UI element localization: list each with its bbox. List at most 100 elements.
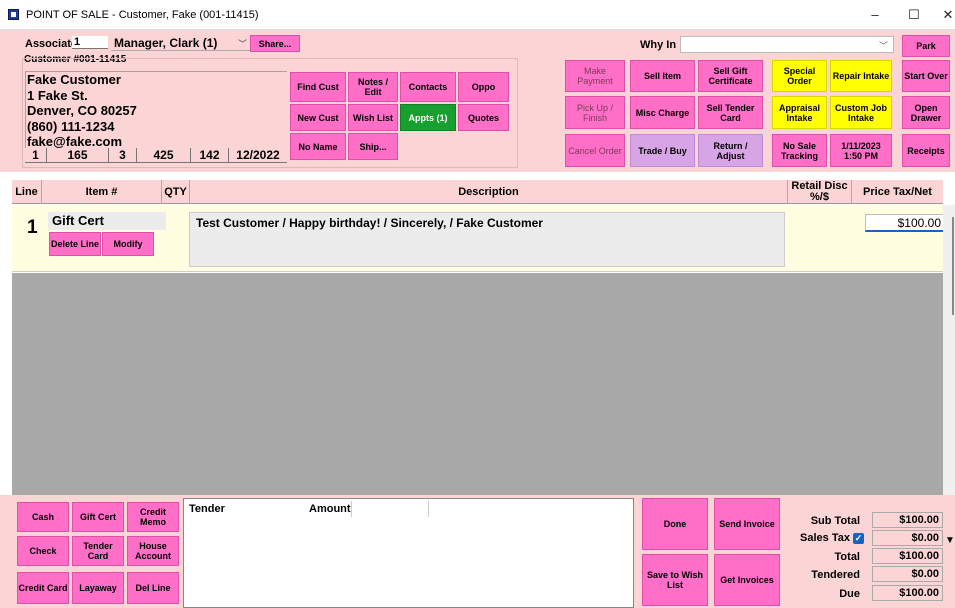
sales-tax-value: $0.00 (872, 530, 943, 546)
stat-value: 1 (25, 148, 47, 162)
tender-card-button[interactable]: Tender Card (72, 536, 124, 566)
ship-button[interactable]: Ship... (348, 133, 398, 160)
sales-tax-label: Sales Tax ✓ (780, 532, 864, 544)
customer-phone: (860) 111-1234 (27, 118, 115, 134)
sell-gift-certificate-button[interactable]: Sell Gift Certificate (698, 60, 763, 92)
empty-lines-area (12, 273, 943, 495)
open-drawer-button[interactable]: Open Drawer (902, 96, 950, 129)
table-row[interactable]: 1 Gift Cert Delete Line Modify Test Cust… (12, 205, 945, 272)
associate-number-input[interactable]: 1 (72, 36, 108, 49)
send-invoice-button[interactable]: Send Invoice (714, 498, 780, 550)
line-items-header: Line Item # QTY Description Retail Disc … (12, 180, 943, 204)
header-line: Line (12, 180, 42, 204)
start-over-button[interactable]: Start Over (902, 60, 950, 92)
header-price: Price Tax/Net (863, 185, 932, 198)
new-cust-button[interactable]: New Cust (290, 104, 346, 131)
credit-card-button[interactable]: Credit Card (17, 572, 69, 604)
delete-line-button[interactable]: Delete Line (49, 232, 101, 256)
repair-intake-button[interactable]: Repair Intake (830, 60, 892, 92)
row-description[interactable]: Test Customer / Happy birthday! / Sincer… (189, 212, 785, 267)
why-in-label: Why In (640, 39, 677, 51)
why-in-select[interactable]: ﹀ (680, 36, 894, 53)
quotes-button[interactable]: Quotes (458, 104, 509, 131)
get-invoices-button[interactable]: Get Invoices (714, 554, 780, 606)
minimize-button[interactable]: – (860, 5, 890, 25)
park-button[interactable]: Park (902, 35, 950, 57)
column-divider (428, 501, 429, 517)
tender-column-header: Tender (189, 503, 225, 515)
tendered-value: $0.00 (872, 566, 943, 582)
maximize-button[interactable]: ☐ (899, 5, 929, 25)
pick-up-finish-button[interactable]: Pick Up / Finish (565, 96, 625, 129)
stat-value: 12/2022 (236, 148, 280, 162)
chevron-down-icon: ﹀ (237, 39, 247, 49)
customer-name: Fake Customer (27, 72, 121, 87)
save-to-wish-list-button[interactable]: Save to Wish List (642, 554, 708, 606)
sub-total-value: $100.00 (872, 512, 943, 528)
sub-total-label: Sub Total (810, 515, 860, 527)
layaway-button[interactable]: Layaway (72, 572, 124, 604)
window-title: POINT OF SALE - Customer, Fake (001-1141… (26, 9, 259, 21)
customer-stats: 1 165 3 425 142 12/2022 (25, 148, 287, 163)
make-payment-button[interactable]: Make Payment (565, 60, 625, 92)
spacer (0, 172, 955, 180)
header-item: Item # (42, 180, 162, 204)
wish-list-button[interactable]: Wish List (348, 104, 398, 131)
chevron-down-icon: ﹀ (878, 41, 888, 51)
misc-charge-button[interactable]: Misc Charge (630, 96, 695, 129)
receipts-button[interactable]: Receipts (902, 134, 950, 167)
date-time-display: 1/11/2023 1:50 PM (830, 134, 892, 167)
scrollbar-thumb[interactable] (952, 217, 954, 315)
row-line-number: 1 (27, 217, 38, 238)
due-label: Due (839, 588, 860, 600)
dropdown-arrow-icon[interactable]: ▼ (945, 535, 955, 546)
special-order-button[interactable]: Special Order (772, 60, 827, 92)
row-price-input[interactable]: $100.00 (865, 214, 945, 232)
share-button[interactable]: Share... (250, 35, 300, 52)
app-icon (8, 9, 19, 20)
no-name-button[interactable]: No Name (290, 133, 346, 160)
sell-tender-card-button[interactable]: Sell Tender Card (698, 96, 763, 129)
appts-button[interactable]: Appts (1) (400, 104, 456, 131)
del-line-button[interactable]: Del Line (127, 572, 179, 604)
title-bar: POINT OF SALE - Customer, Fake (001-1141… (0, 0, 955, 30)
no-sale-tracking-button[interactable]: No Sale Tracking (772, 134, 827, 167)
return-adjust-button[interactable]: Return / Adjust (698, 134, 763, 167)
stat-value: 425 (137, 148, 191, 162)
due-value: $100.00 (872, 585, 943, 601)
scrollbar[interactable] (943, 205, 955, 495)
gift-cert-button[interactable]: Gift Cert (72, 502, 124, 532)
column-divider (351, 501, 352, 517)
appraisal-intake-button[interactable]: Appraisal Intake (772, 96, 827, 129)
customer-info: Fake Customer 1 Fake St. Denver, CO 8025… (25, 71, 287, 149)
contacts-button[interactable]: Contacts (400, 72, 456, 102)
row-item: Gift Cert (48, 212, 166, 230)
tender-list[interactable]: Tender Amount (183, 498, 634, 608)
customer-street: 1 Fake St. (27, 87, 88, 103)
sales-tax-checkbox[interactable]: ✓ (853, 532, 864, 544)
tendered-label: Tendered (811, 569, 860, 581)
associate-select[interactable]: Manager, Clark (1) ﹀ (111, 36, 251, 51)
check-button[interactable]: Check (17, 536, 69, 566)
associate-name: Manager, Clark (1) (114, 36, 218, 50)
stat-value: 3 (109, 148, 137, 162)
total-value: $100.00 (872, 548, 943, 564)
amount-column-header: Amount (309, 503, 351, 515)
total-label: Total (834, 551, 860, 563)
header-qty: QTY (162, 180, 190, 204)
oppo-button[interactable]: Oppo (458, 72, 509, 102)
associate-label: Associate (25, 38, 77, 50)
modify-button[interactable]: Modify (102, 232, 154, 256)
find-cust-button[interactable]: Find Cust (290, 72, 346, 102)
credit-memo-button[interactable]: Credit Memo (127, 502, 179, 532)
sell-item-button[interactable]: Sell Item (630, 60, 695, 92)
close-button[interactable]: ✕ (933, 5, 955, 25)
done-button[interactable]: Done (642, 498, 708, 550)
customer-city: Denver, CO 80257 (27, 103, 137, 118)
cancel-order-button[interactable]: Cancel Order (565, 134, 625, 167)
trade-buy-button[interactable]: Trade / Buy (630, 134, 695, 167)
custom-job-intake-button[interactable]: Custom Job Intake (830, 96, 892, 129)
house-account-button[interactable]: House Account (127, 536, 179, 566)
cash-button[interactable]: Cash (17, 502, 69, 532)
notes-edit-button[interactable]: Notes / Edit (348, 72, 398, 102)
